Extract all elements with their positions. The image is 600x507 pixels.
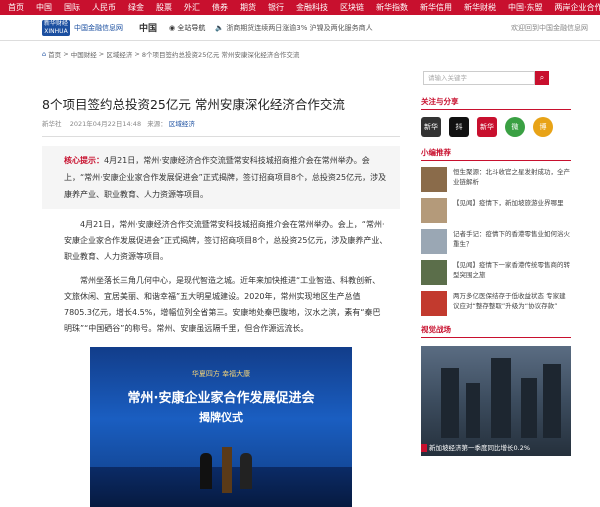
crumb-sep: > (132, 50, 142, 58)
news-thumbnail (421, 167, 447, 192)
top-nav: 首页 中国 国际 人民币 绿金 股票 外汇 债券 期货 银行 金融科技 区块链 … (0, 0, 600, 15)
crumb-current: 8个项目签约总投资25亿元 常州安康深化经济合作交流 (141, 51, 300, 59)
crumb-china[interactable]: 中国财经 (71, 49, 97, 59)
site-name[interactable]: 中国金融信息网 (74, 23, 123, 33)
nav-bank[interactable]: 银行 (268, 0, 284, 15)
global-nav-label: 全站导航 (177, 23, 206, 32)
photo-banner-main: 常州·安康企业家合作发展促进会 (127, 391, 315, 406)
video-building (521, 378, 537, 438)
summary-box: 核心提示：4月21日，常州·安康经济合作交流暨常安科技城招商推介会在常州举办。会… (42, 146, 400, 209)
channel-title: 中国 (139, 24, 158, 34)
welcome-link[interactable]: 欢迎回到中国金融信息网 (511, 23, 588, 33)
photo-plaque-post (222, 447, 232, 493)
news-title: 两万多亿医保结存于低收益状态 专家建议应对“整存整取”升级为“协议存款” (453, 292, 566, 310)
nav-china[interactable]: 中国 (36, 0, 52, 15)
news-thumbnail (421, 198, 447, 223)
recommend-list: 恒生聚源：北斗收官之星发射成功，全产业链解析 【见闻】疫情下，新加坡旅游业界哪里… (421, 167, 571, 316)
photo-stage (90, 467, 352, 507)
article-source: 新华社 (42, 120, 62, 128)
nav-asean[interactable]: 中国·东盟 (508, 0, 543, 15)
sidebar: 关注与分享 新华 抖 新华 微 博 小编推荐 恒生聚源：北斗收官之星发射成功，全… (421, 96, 571, 456)
news-ticker[interactable]: 🔈 浙商期货连续两日涨逾3% 沪镍及两化服务商人 (215, 23, 405, 33)
paragraph-1: 4月21日，常州·安康经济合作交流暨常安科技城招商推介会在常州举办。会上，“常州… (64, 220, 388, 261)
news-thumbnail (421, 260, 447, 285)
site-logo[interactable]: 新华财经 XINHUA FINANCE (42, 19, 70, 36)
news-title: 【见闻】疫情下一家香港传统零售商的转型突围之旅 (453, 261, 570, 279)
nav-home[interactable]: 首页 (8, 0, 24, 15)
paragraph-2: 常州坐落长三角几何中心，是现代智造之城。近年来加快推进“工业智造、科教创新、文旅… (64, 276, 381, 333)
news-thumbnail (421, 291, 447, 316)
nav-cross[interactable]: 两岸企业合作 (555, 0, 600, 15)
global-nav-button[interactable]: ◉ 全站导航 (169, 23, 205, 33)
search-input[interactable]: 请输入关键字 (423, 71, 535, 85)
photo-person (200, 453, 212, 489)
search-icon[interactable]: ⌕ (535, 71, 549, 85)
video-building (491, 358, 511, 438)
crumb-region[interactable]: 区域经济 (106, 49, 132, 59)
nav-intl[interactable]: 国际 (64, 0, 80, 15)
photo-person (240, 453, 252, 489)
crumb-home[interactable]: 首页 (48, 49, 61, 59)
xinhua-finance-icon[interactable]: 新华 (477, 117, 497, 137)
nav-index[interactable]: 新华指数 (376, 0, 408, 15)
video-building (466, 383, 480, 438)
article-category-link[interactable]: 区域经济 (169, 120, 195, 128)
divider (42, 136, 400, 137)
nav-rmb[interactable]: 人民币 (92, 0, 116, 15)
news-title: 恒生聚源：北斗收官之星发射成功，全产业链解析 (453, 168, 570, 186)
summary-label: 核心提示： (64, 156, 104, 165)
speaker-icon: 🔈 (215, 23, 225, 32)
video-thumbnail[interactable]: 新加坡经济第一季度同比增长0.2% (421, 346, 571, 456)
share-buttons: 新华 抖 新华 微 博 (421, 117, 571, 137)
video-building (543, 364, 561, 438)
list-item[interactable]: 两万多亿医保结存于低收益状态 专家建议应对“整存整取”升级为“协议存款” (421, 291, 571, 316)
header: 新华财经 XINHUA FINANCE 中国金融信息网 中国 ◉ 全站导航 🔈 … (0, 15, 600, 41)
article-date: 2021年04月22日14:48 (69, 120, 142, 128)
weibo-icon[interactable]: 博 (533, 117, 553, 137)
article-meta: 新华社 2021年04月22日14:48 来源： 区域经济 (42, 118, 400, 128)
video-building (441, 368, 459, 438)
nav-bond[interactable]: 债券 (212, 0, 228, 15)
list-item[interactable]: 【见闻】疫情下，新加坡旅游业界哪里 (421, 198, 571, 223)
nav-green[interactable]: 绿金 (128, 0, 144, 15)
photo-banner-sub: 揭牌仪式 (199, 411, 243, 424)
photo-banner-top: 华夏四方 幸福大康 (191, 370, 251, 378)
article-from-label: 来源： (147, 120, 167, 128)
share-heading: 关注与分享 (421, 96, 571, 110)
crumb-sep: > (96, 50, 107, 58)
home-icon[interactable]: ⌂ (42, 50, 46, 58)
ticker-text: 浙商期货连续两日涨逾3% 沪镍及两化服务商人 (226, 23, 373, 32)
breadcrumb: ⌂ 首页 > 中国财经 > 区域经济 > 8个项目签约总投资25亿元 常州安康深… (0, 45, 600, 63)
video-caption: 新加坡经济第一季度同比增长0.2% (429, 444, 531, 452)
nav-stock[interactable]: 股票 (156, 0, 172, 15)
news-thumbnail (421, 229, 447, 254)
crumb-sep: > (61, 50, 71, 58)
list-item[interactable]: 【见闻】疫情下一家香港传统零售商的转型突围之旅 (421, 260, 571, 285)
list-item[interactable]: 恒生聚源：北斗收官之星发射成功，全产业链解析 (421, 167, 571, 192)
nav-tax[interactable]: 新华财税 (464, 0, 496, 15)
nav-blockchain[interactable]: 区块链 (340, 0, 364, 15)
nav-fx[interactable]: 外汇 (184, 0, 200, 15)
list-item[interactable]: 记者手记：疫情下的香港零售业如何浴火重生？ (421, 229, 571, 254)
nav-credit[interactable]: 新华信用 (420, 0, 452, 15)
xinhua-app-icon[interactable]: 新华 (421, 117, 441, 137)
video-heading: 视觉战场 (421, 324, 571, 338)
article: 8个项目签约总投资25亿元 常州安康深化经济合作交流 新华社 2021年04月2… (42, 96, 400, 507)
article-title: 8个项目签约总投资25亿元 常州安康深化经济合作交流 (42, 97, 345, 112)
summary-text: 4月21日，常州·安康经济合作交流暨常安科技城招商推介会在常州举办。会上，“常州… (64, 156, 387, 199)
nav-futures[interactable]: 期货 (240, 0, 256, 15)
play-icon[interactable] (421, 444, 427, 452)
douyin-icon[interactable]: 抖 (449, 117, 469, 137)
news-title: 【见闻】疫情下，新加坡旅游业界哪里 (453, 199, 564, 207)
wechat-icon[interactable]: 微 (505, 117, 525, 137)
recommend-heading: 小编推荐 (421, 147, 571, 161)
nav-fintech[interactable]: 金融科技 (296, 0, 328, 15)
article-photo: 华夏四方 幸福大康 常州·安康企业家合作发展促进会 揭牌仪式 (90, 347, 352, 507)
news-title: 记者手记：疫情下的香港零售业如何浴火重生？ (453, 230, 570, 248)
